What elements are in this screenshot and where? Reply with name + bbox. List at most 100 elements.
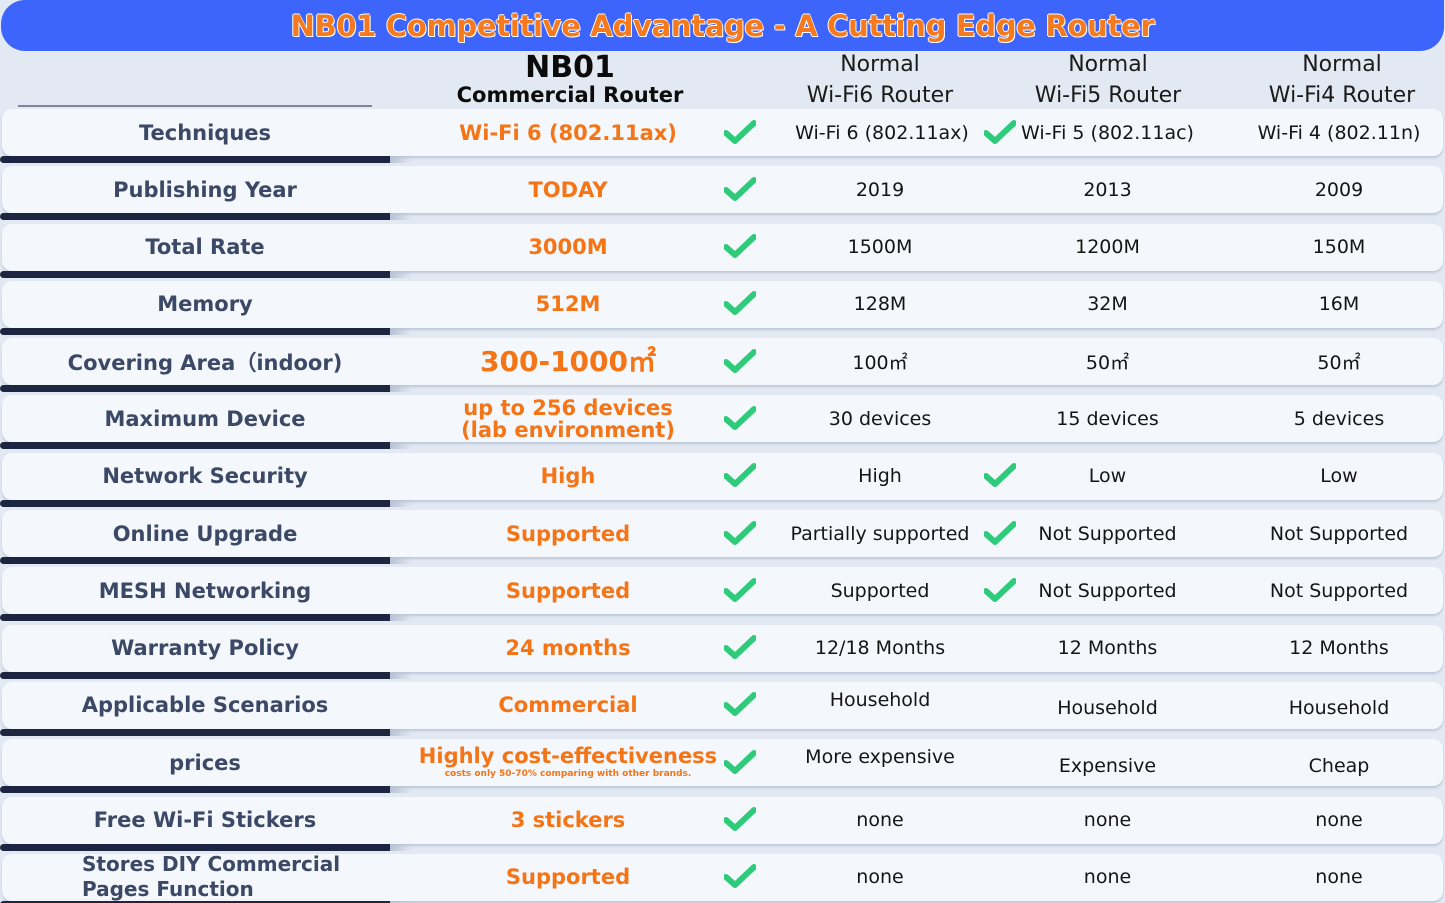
column-header-nb01: NB01 Commercial Router: [420, 51, 720, 108]
table-row: prices Highly cost-effectiveness costs o…: [0, 738, 1445, 795]
table-row: Maximum Device up to 256 devices (lab en…: [0, 394, 1445, 451]
comparison-table: Techniques Wi-Fi 6 (802.11ax) Wi-Fi 6 (8…: [0, 108, 1445, 903]
check-icon: [720, 224, 760, 271]
nb01-value-text: Commercial: [498, 693, 638, 718]
table-row: Covering Area（indoor) 300-1000㎡ 100㎡ 50㎡…: [0, 337, 1445, 394]
table-row: Warranty Policy 24 months 12/18 Months 1…: [0, 624, 1445, 681]
wifi6-value: 2019: [855, 178, 905, 201]
wifi5-value: 32M: [1087, 293, 1128, 316]
column-header-wifi5-line2: Wi-Fi5 Router: [1034, 82, 1182, 108]
table-row: Memory 512M 128M 32M 16M: [0, 280, 1445, 337]
check-icon-glyph: [724, 463, 756, 488]
check-icon: [720, 166, 760, 213]
check-icon-glyph: [724, 577, 756, 602]
check-icon-glyph: [724, 176, 756, 201]
check-icon-glyph: [724, 807, 756, 832]
table-row: Total Rate 3000M 1500M 1200M 150M: [0, 223, 1445, 280]
check-icon: [720, 854, 760, 901]
wifi5-value: Wi-Fi 5 (802.11ac): [1021, 121, 1194, 144]
nb01-value: 300-1000㎡: [418, 338, 718, 385]
wifi4-value: 12 Months: [1289, 637, 1389, 660]
wifi6-value: none: [856, 866, 904, 889]
row-accent-bar: [0, 499, 412, 507]
row-label: Online Upgrade: [112, 521, 298, 546]
wifi4-value: 5 devices: [1293, 407, 1385, 430]
row-accent-bar: [0, 385, 412, 393]
check-icon: [720, 682, 760, 729]
nb01-value-subtext: costs only 50-70% comparing with other b…: [444, 769, 692, 780]
column-header-wifi5: Normal Wi-Fi5 Router: [1008, 51, 1208, 108]
wifi4-value: 50㎡: [1317, 352, 1361, 375]
row-label: Maximum Device: [104, 406, 306, 431]
wifi6-value: High: [858, 465, 902, 488]
row-accent-bar: [0, 327, 412, 335]
wifi5-value: none: [1083, 809, 1132, 832]
row-label: Network Security: [102, 464, 308, 489]
nb01-value-text: 300-1000㎡: [480, 344, 656, 378]
wifi4-value: none: [1315, 866, 1363, 889]
column-header-wifi4-line1: Normal: [1302, 51, 1382, 77]
page-title: NB01 Competitive Advantage - A Cutting E…: [290, 8, 1155, 43]
row-label: Publishing Year: [113, 177, 297, 202]
column-header-nb01-type: Commercial Router: [456, 82, 684, 107]
wifi5-value: Low: [1088, 465, 1127, 488]
wifi4-value: 2009: [1314, 178, 1364, 201]
check-icon-glyph: [724, 635, 756, 660]
check-icon-glyph: [724, 520, 756, 545]
check-icon: [720, 395, 760, 442]
check-icon: [720, 510, 760, 557]
wifi4-value: 16M: [1318, 293, 1360, 316]
wifi5-value: Expensive: [1058, 754, 1157, 777]
wifi4-value: Not Supported: [1269, 579, 1409, 602]
check-icon: [720, 567, 760, 614]
check-icon-glyph: [724, 864, 756, 889]
row-label: Covering Area（indoor): [67, 350, 343, 375]
table-row: Network Security High High Low Low: [0, 452, 1445, 509]
wifi4-value: Household: [1288, 697, 1390, 720]
wifi6-value: Wi-Fi 6 (802.11ax): [795, 121, 969, 144]
wifi5-value: 2013: [1083, 178, 1132, 201]
wifi4-value: 150M: [1312, 236, 1366, 259]
wifi5-value: 50㎡: [1085, 352, 1130, 375]
column-header-wifi6-line2: Wi-Fi6 Router: [806, 82, 954, 108]
nb01-value-text: Highly cost-effectiveness: [418, 744, 718, 769]
row-accent-bar: [0, 270, 412, 278]
nb01-value-subtext: (lab environment): [461, 417, 675, 442]
row-label: prices: [169, 750, 241, 775]
wifi5-value: none: [1083, 866, 1132, 889]
nb01-value-text: Supported: [505, 865, 631, 890]
nb01-value: 3 stickers: [418, 797, 718, 844]
row-label: Applicable Scenarios: [81, 693, 329, 718]
wifi6-value: Partially supported: [790, 522, 970, 545]
table-row: Free Wi-Fi Stickers 3 stickers none none…: [0, 796, 1445, 853]
nb01-value: 3000M: [418, 224, 718, 271]
check-icon: [720, 338, 760, 385]
wifi5-value: Not Supported: [1038, 579, 1177, 602]
wifi6-value: 100㎡: [852, 352, 908, 375]
title-banner: NB01 Competitive Advantage - A Cutting E…: [1, 0, 1444, 51]
row-label: MESH Networking: [98, 578, 312, 603]
nb01-value-text: 3000M: [528, 235, 608, 260]
check-icon: [720, 109, 760, 156]
row-accent-bar: [0, 442, 412, 450]
wifi5-value: Household: [1057, 697, 1158, 720]
wifi6-value: none: [856, 809, 904, 832]
nb01-value-text: High: [540, 464, 596, 489]
nb01-value-text: 24 months: [505, 636, 631, 661]
nb01-value-text: TODAY: [528, 177, 608, 202]
wifi5-value: 1200M: [1075, 236, 1140, 259]
column-header-wifi6: Normal Wi-Fi6 Router: [780, 51, 980, 108]
column-header-nb01-name: NB01: [525, 49, 615, 85]
check-icon-glyph: [724, 405, 756, 430]
table-row: MESH Networking Supported Supported Not …: [0, 566, 1445, 623]
nb01-value: High: [418, 453, 718, 500]
nb01-value-text: up to 256 devices: [463, 395, 673, 420]
check-icon-glyph: [724, 119, 756, 144]
nb01-value: 24 months: [418, 625, 718, 672]
table-row: Applicable Scenarios Commercial Househol…: [0, 681, 1445, 738]
table-row: Techniques Wi-Fi 6 (802.11ax) Wi-Fi 6 (8…: [0, 108, 1445, 165]
column-header-wifi6-line1: Normal: [840, 51, 920, 77]
wifi6-value: 12/18 Months: [814, 637, 946, 660]
row-accent-bar: [0, 614, 412, 622]
check-icon-glyph: [724, 234, 756, 259]
